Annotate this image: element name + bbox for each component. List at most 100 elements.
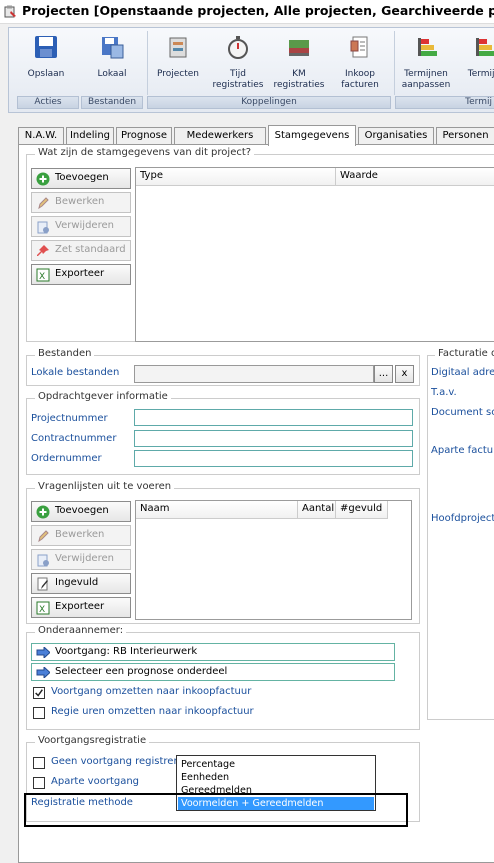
tab-naw[interactable]: N.A.W.	[18, 127, 64, 145]
terms-button[interactable]: Termijn	[459, 34, 494, 80]
set-default-button[interactable]: Zet standaard	[31, 240, 131, 261]
contract-number-input[interactable]	[134, 430, 413, 447]
local-button[interactable]: Lokaal	[89, 34, 135, 80]
purchase-invoices-button[interactable]: Inkoop facturen	[333, 34, 387, 91]
projects-button[interactable]: Projecten	[152, 34, 204, 80]
projects-label: Projecten	[156, 69, 200, 79]
car-icon	[289, 40, 309, 56]
no-progress-label[interactable]: Geen voortgang registreren	[51, 756, 190, 767]
progress-to-invoice-label[interactable]: Voortgang omzetten naar inkoopfactuur	[51, 686, 251, 697]
no-progress-checkbox[interactable]	[33, 757, 45, 769]
pin-icon	[37, 245, 49, 256]
column-header-filled[interactable]: #gevuld	[336, 501, 388, 519]
option-percentage[interactable]: Percentage	[178, 758, 374, 771]
questionnaire-edit-label: Bewerken	[55, 529, 105, 540]
filled-in-button[interactable]: Ingevuld	[31, 573, 131, 594]
questionnaires-legend: Vragenlijsten uit te voeren	[35, 481, 175, 492]
filled-in-label: Ingevuld	[55, 577, 99, 588]
tab-organisaties[interactable]: Organisaties	[358, 127, 434, 145]
questionnaire-delete-label: Verwijderen	[55, 553, 114, 564]
questionnaire-add-button[interactable]: Toevoegen	[31, 501, 131, 522]
progress-field-value: Voortgang: RB Interieurwerk	[55, 646, 198, 657]
hours-to-invoice-checkbox[interactable]	[33, 707, 45, 719]
floppy-disk-icon	[35, 36, 57, 58]
stamgegevens-grid[interactable]: Type Waarde	[135, 167, 494, 342]
edit-label: Bewerken	[55, 196, 105, 207]
questionnaire-export-label: Exporteer	[55, 601, 105, 612]
tab-indeling[interactable]: Indeling	[66, 127, 114, 145]
terms-label: Termijn	[467, 69, 494, 79]
delete-label: Verwijderen	[55, 220, 114, 231]
invoicing-legend: Facturatie o	[435, 348, 494, 359]
order-number-input[interactable]	[134, 450, 413, 467]
add-button[interactable]: Toevoegen	[31, 168, 131, 189]
svg-text:X: X	[39, 605, 45, 615]
save-button[interactable]: Opslaan	[23, 34, 69, 80]
local-label: Lokaal	[97, 69, 127, 79]
ribbon-separator	[147, 31, 148, 95]
column-header-value[interactable]: Waarde	[336, 168, 494, 186]
group-label-terms: Termij	[395, 96, 494, 109]
checkmark-icon	[35, 689, 43, 697]
project-number-input[interactable]	[134, 409, 413, 426]
tab-stamgegevens[interactable]: Stamgegevens	[268, 125, 356, 146]
highlight-box	[24, 793, 408, 827]
questionnaires-grid[interactable]: Naam Aantal #gevuld	[135, 500, 412, 620]
plus-icon	[36, 172, 50, 186]
client-info-legend: Opdrachtgever informatie	[35, 391, 171, 402]
delete-button[interactable]: Verwijderen	[31, 216, 131, 237]
progress-field[interactable]: Voortgang: RB Interieurwerk	[31, 643, 395, 661]
questionnaire-delete-button[interactable]: Verwijderen	[31, 549, 131, 570]
excel-icon: X	[36, 268, 50, 282]
ribbon: Opslaan Lokaal Projecten Tijd registrati…	[8, 27, 494, 113]
group-label-links: Koppelingen	[147, 96, 391, 109]
browse-button[interactable]: ...	[374, 365, 393, 383]
tab-personen[interactable]: Personen	[436, 127, 494, 145]
clear-button[interactable]: x	[395, 365, 414, 383]
files-legend: Bestanden	[35, 348, 95, 359]
adjust-terms-label: Termijnen aanpassen	[401, 69, 451, 90]
set-default-label: Zet standaard	[55, 244, 126, 255]
tab-bar: N.A.W. Indeling Prognose Medewerkers Sta…	[18, 125, 494, 146]
time-registrations-button[interactable]: Tijd registraties	[209, 34, 267, 91]
contract-number-label: Contractnummer	[31, 433, 117, 444]
export-button[interactable]: X Exporteer	[31, 264, 131, 285]
separate-progress-label[interactable]: Aparte voortgang	[51, 776, 139, 787]
column-header-name[interactable]: Naam	[136, 501, 298, 519]
prognosis-field-value: Selecteer een prognose onderdeel	[55, 666, 228, 677]
edit-button[interactable]: Bewerken	[31, 192, 131, 213]
tab-prognose[interactable]: Prognose	[116, 127, 172, 145]
column-header-count[interactable]: Aantal	[298, 501, 336, 519]
delete-icon	[37, 221, 49, 234]
pencil-icon	[38, 197, 49, 210]
window-title-bar: Projecten [Openstaande projecten, Alle p…	[0, 0, 494, 24]
document-pencil-icon	[37, 577, 48, 591]
separate-invoice-label: Aparte factu	[431, 445, 494, 456]
excel-icon: X	[36, 601, 50, 615]
local-files-input[interactable]	[134, 365, 374, 383]
separate-progress-checkbox[interactable]	[33, 777, 45, 789]
questionnaire-edit-button[interactable]: Bewerken	[31, 525, 131, 546]
km-registrations-button[interactable]: KM registraties	[271, 34, 327, 91]
invoice-icon	[350, 36, 368, 58]
column-header-type[interactable]: Type	[136, 168, 336, 186]
time-registrations-label: Tijd registraties	[212, 69, 264, 90]
group-label-files: Bestanden	[81, 96, 143, 109]
svg-text:X: X	[39, 272, 45, 282]
km-registrations-label: KM registraties	[273, 69, 325, 90]
local-save-icon	[102, 37, 124, 59]
hours-to-invoice-label[interactable]: Regie uren omzetten naar inkoopfactuur	[51, 706, 254, 717]
tab-medewerkers[interactable]: Medewerkers	[174, 127, 266, 145]
prognosis-field[interactable]: Selecteer een prognose onderdeel	[31, 663, 395, 681]
attention-label: T.a.v.	[431, 387, 457, 398]
projects-icon	[169, 37, 187, 58]
option-units[interactable]: Eenheden	[178, 771, 374, 784]
questionnaire-export-button[interactable]: X Exporteer	[31, 597, 131, 618]
subcontractor-legend: Onderaannemer:	[35, 625, 127, 636]
questionnaire-add-label: Toevoegen	[55, 505, 109, 516]
document-label: Document sch	[431, 407, 494, 418]
progress-to-invoice-checkbox[interactable]	[33, 687, 45, 699]
purchase-invoices-label: Inkoop facturen	[341, 69, 379, 90]
adjust-terms-button[interactable]: Termijnen aanpassen	[397, 34, 455, 91]
project-number-label: Projectnummer	[31, 413, 108, 424]
